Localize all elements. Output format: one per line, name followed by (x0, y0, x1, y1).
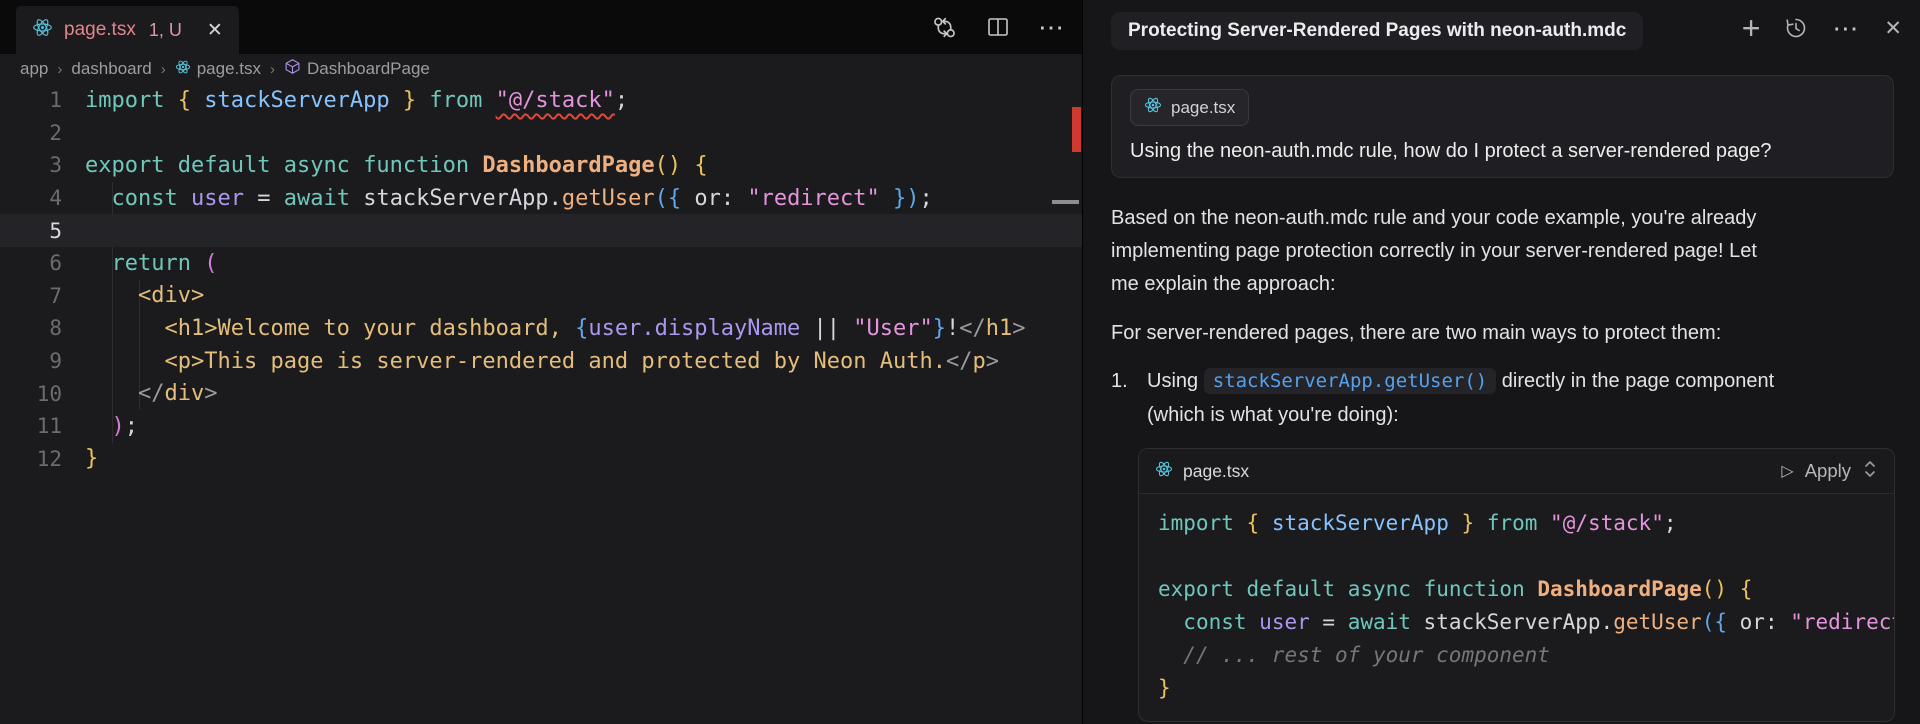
react-icon (32, 17, 53, 43)
tab-bar: page.tsx 1, U ✕ ⋯ (0, 0, 1082, 54)
context-chip-page-tsx[interactable]: page.tsx (1130, 89, 1249, 126)
line-number: 9 (0, 349, 85, 373)
code-line: // ... rest of your component (1158, 639, 1875, 672)
open-changes-icon[interactable] (931, 14, 958, 41)
code-line: export default async function DashboardP… (1158, 573, 1875, 606)
breadcrumb-separator: › (161, 61, 166, 78)
code-editor[interactable]: 1import { stackServerApp } from "@/stack… (0, 84, 1082, 724)
editor-code-lines: 1import { stackServerApp } from "@/stack… (0, 84, 1082, 475)
user-message-card: page.tsx Using the neon-auth.mdc rule, h… (1111, 75, 1894, 178)
line-number: 5 (0, 219, 85, 243)
chat-header-actions: + ⋯ ✕ (1742, 15, 1902, 41)
react-icon (1144, 96, 1162, 119)
code-line[interactable]: 7 <div> (0, 280, 1082, 313)
split-editor-icon[interactable] (985, 14, 1011, 40)
breadcrumb-item-file[interactable]: page.tsx (175, 59, 261, 80)
line-number: 8 (0, 316, 85, 340)
line-number: 1 (0, 88, 85, 112)
code-line: import { stackServerApp } from "@/stack"… (1158, 507, 1875, 540)
code-line: } (1158, 672, 1875, 705)
answer-list-item-1: 1. Using stackServerApp.getUser() direct… (1111, 364, 1801, 432)
line-number: 4 (0, 186, 85, 210)
editor-pane: page.tsx 1, U ✕ ⋯ (0, 0, 1083, 724)
code-line[interactable]: 4 const user = await stackServerApp.getU… (0, 182, 1082, 215)
code-line[interactable]: 10 </div> (0, 377, 1082, 410)
line-number: 2 (0, 121, 85, 145)
line-number: 6 (0, 251, 85, 275)
editor-more-actions-icon[interactable]: ⋯ (1038, 14, 1066, 40)
overview-ruler-error-marker (1072, 107, 1081, 152)
code-line: const user = await stackServerApp.getUse… (1158, 606, 1875, 639)
code-line[interactable]: 11 ); (0, 410, 1082, 443)
chat-title[interactable]: Protecting Server-Rendered Pages with ne… (1111, 12, 1643, 50)
react-icon (175, 59, 191, 80)
code-line[interactable]: 9 <p>This page is server-rendered and pr… (0, 345, 1082, 378)
overview-ruler-cursor-marker (1052, 200, 1079, 204)
line-number: 11 (0, 414, 85, 438)
chat-close-icon[interactable]: ✕ (1884, 16, 1902, 41)
chat-panel: Protecting Server-Rendered Pages with ne… (1083, 0, 1920, 724)
tab-status-badge: 1, U (149, 20, 182, 41)
line-number: 7 (0, 284, 85, 308)
breadcrumb-separator: › (270, 61, 275, 78)
answer-paragraph-1: Based on the neon-auth.mdc rule and your… (1111, 202, 1787, 301)
breadcrumb: app › dashboard › page.tsx › (0, 54, 1082, 84)
inline-code-getuser: stackServerApp.getUser() (1204, 368, 1497, 394)
code-line[interactable]: 6 return ( (0, 247, 1082, 280)
code-line[interactable]: 8 <h1>Welcome to your dashboard, {user.d… (0, 312, 1082, 345)
apply-button[interactable]: Apply (1805, 460, 1851, 482)
tab-page-tsx[interactable]: page.tsx 1, U ✕ (16, 6, 239, 54)
code-block-header: page.tsx ▷ Apply (1139, 449, 1894, 494)
line-number: 10 (0, 382, 85, 406)
list-content: Using stackServerApp.getUser() directly … (1147, 364, 1801, 432)
chat-code-block: page.tsx ▷ Apply import { stackServerApp… (1138, 448, 1895, 722)
breadcrumb-item-app[interactable]: app (20, 59, 48, 79)
code-block-content: import { stackServerApp } from "@/stack"… (1139, 494, 1894, 721)
answer-paragraph-2: For server-rendered pages, there are two… (1111, 317, 1787, 350)
apply-play-icon: ▷ (1781, 461, 1793, 481)
list-number: 1. (1111, 364, 1147, 432)
expand-collapse-icon[interactable] (1862, 459, 1878, 484)
breadcrumb-item-dashboard[interactable]: dashboard (71, 59, 151, 79)
chat-more-actions-icon[interactable]: ⋯ (1832, 15, 1860, 41)
code-line (1158, 540, 1875, 573)
react-icon (1155, 460, 1173, 483)
assistant-answer: Based on the neon-auth.mdc rule and your… (1111, 202, 1787, 350)
context-chip-label: page.tsx (1171, 98, 1235, 118)
symbol-cube-icon (284, 58, 301, 80)
history-icon[interactable] (1784, 16, 1808, 40)
code-line[interactable]: 1import { stackServerApp } from "@/stack… (0, 84, 1082, 117)
breadcrumb-separator: › (57, 61, 62, 78)
line-number: 3 (0, 153, 85, 177)
editor-toolbar: ⋯ (931, 0, 1066, 54)
user-question-text: Using the neon-auth.mdc rule, how do I p… (1130, 140, 1875, 163)
code-block-filename: page.tsx (1183, 461, 1249, 482)
breadcrumb-item-symbol[interactable]: DashboardPage (284, 58, 430, 80)
tab-close-icon[interactable]: ✕ (207, 21, 223, 40)
code-line[interactable]: 12} (0, 443, 1082, 476)
tab-label: page.tsx (64, 19, 136, 41)
line-number: 12 (0, 447, 85, 471)
code-line[interactable]: 2 (0, 117, 1082, 150)
code-line[interactable]: 3export default async function Dashboard… (0, 149, 1082, 182)
code-line[interactable]: 5 (0, 214, 1082, 247)
